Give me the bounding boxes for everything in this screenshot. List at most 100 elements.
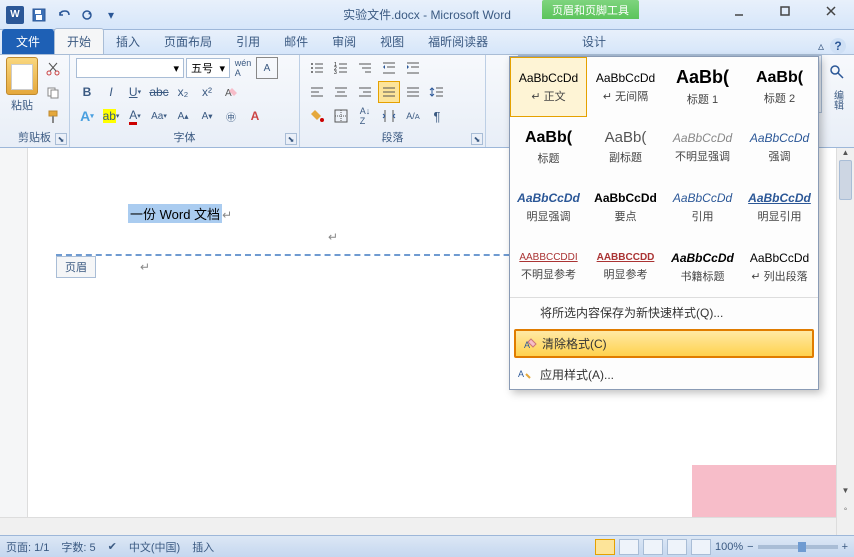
- status-page[interactable]: 页面: 1/1: [6, 539, 49, 555]
- align-right-button[interactable]: [354, 81, 376, 103]
- style-grid-item[interactable]: AaBbCcDd明显强调: [510, 177, 587, 237]
- style-grid-item[interactable]: AaBbCcDd不明显强调: [664, 117, 741, 177]
- tab-insert[interactable]: 插入: [104, 29, 152, 54]
- zoom-slider[interactable]: [758, 545, 838, 549]
- justify-button[interactable]: [378, 81, 400, 103]
- style-grid-item[interactable]: AaBbCcDd↵ 无间隔: [587, 57, 664, 117]
- text-effects-button[interactable]: A▾: [76, 105, 98, 127]
- tab-references[interactable]: 引用: [224, 29, 272, 54]
- qat-customize[interactable]: ▾: [100, 4, 122, 26]
- style-grid-item[interactable]: AaBbCcDd书籍标题: [664, 237, 741, 297]
- tab-layout[interactable]: 页面布局: [152, 29, 224, 54]
- view-draft[interactable]: [691, 539, 711, 555]
- shading-button[interactable]: [306, 105, 328, 127]
- paragraph-marks-button[interactable]: ¶: [426, 105, 448, 127]
- save-as-quick-style[interactable]: 将所选内容保存为新快速样式(Q)...: [510, 298, 818, 327]
- style-grid-item[interactable]: AaBb(副标题: [587, 117, 664, 177]
- find-button[interactable]: [826, 61, 848, 83]
- view-outline[interactable]: [667, 539, 687, 555]
- status-proofing-icon[interactable]: ✔: [108, 540, 117, 553]
- vertical-scrollbar[interactable]: ▲ ▼ ◦: [836, 148, 854, 535]
- tab-home[interactable]: 开始: [54, 28, 104, 54]
- style-grid-item[interactable]: AaBbCcDd明显引用: [741, 177, 818, 237]
- tab-view[interactable]: 视图: [368, 29, 416, 54]
- ribbon-minimize-icon[interactable]: ▵: [818, 39, 824, 53]
- close-button[interactable]: [808, 0, 854, 22]
- header-text-selected[interactable]: 一份 Word 文档: [128, 204, 222, 223]
- show-marks-button[interactable]: A/A: [402, 105, 424, 127]
- style-grid-item[interactable]: AaBb(标题 1: [664, 57, 741, 117]
- style-grid-item[interactable]: AaBb(标题 2: [741, 57, 818, 117]
- status-mode[interactable]: 插入: [192, 539, 214, 555]
- change-case-button[interactable]: A: [244, 105, 266, 127]
- style-grid-item[interactable]: AaBbCcDd要点: [587, 177, 664, 237]
- tab-mailings[interactable]: 邮件: [272, 29, 320, 54]
- style-grid-item[interactable]: AaBbCcDd↵ 正文: [510, 57, 587, 117]
- zoom-thumb[interactable]: [798, 542, 806, 552]
- file-tab[interactable]: 文件: [2, 29, 54, 54]
- zoom-out-button[interactable]: −: [747, 541, 753, 553]
- replace-label[interactable]: 编辑: [826, 89, 848, 111]
- format-painter-button[interactable]: [42, 106, 64, 128]
- redo-button[interactable]: [76, 4, 98, 26]
- horizontal-scrollbar[interactable]: [0, 517, 836, 535]
- bullets-button[interactable]: [306, 57, 328, 79]
- tab-foxit[interactable]: 福昕阅读器: [416, 29, 500, 54]
- copy-button[interactable]: [42, 82, 64, 104]
- paragraph-launcher[interactable]: ⬊: [471, 133, 483, 145]
- view-web-layout[interactable]: [643, 539, 663, 555]
- apply-style-menu-item[interactable]: A 应用样式(A)...: [510, 360, 818, 389]
- undo-button[interactable]: [52, 4, 74, 26]
- font-launcher[interactable]: ⬊: [285, 133, 297, 145]
- borders-button[interactable]: [330, 105, 352, 127]
- help-icon[interactable]: ?: [830, 38, 846, 54]
- distributed-button[interactable]: [402, 81, 424, 103]
- maximize-button[interactable]: [762, 0, 808, 22]
- save-button[interactable]: [28, 4, 50, 26]
- tab-review[interactable]: 审阅: [320, 29, 368, 54]
- align-center-button[interactable]: [330, 81, 352, 103]
- status-words[interactable]: 字数: 5: [61, 539, 95, 555]
- style-grid-item[interactable]: AaBbCcDd引用: [664, 177, 741, 237]
- minimize-button[interactable]: [716, 0, 762, 22]
- align-left-button[interactable]: [306, 81, 328, 103]
- tab-design-context[interactable]: 设计: [570, 29, 618, 54]
- clear-format-menu-item[interactable]: A 清除格式(C): [514, 329, 814, 358]
- view-full-screen[interactable]: [619, 539, 639, 555]
- font-size-combo[interactable]: 五号▾: [186, 58, 230, 78]
- superscript-button[interactable]: x²: [196, 81, 218, 103]
- style-grid-item[interactable]: AaBbCcDd强调: [741, 117, 818, 177]
- asian-layout-button[interactable]: [378, 105, 400, 127]
- status-zoom[interactable]: 100%: [715, 541, 743, 553]
- style-grid-item[interactable]: AABBCCDD明显参考: [587, 237, 664, 297]
- font-name-combo[interactable]: ▾: [76, 58, 184, 78]
- bold-button[interactable]: B: [76, 81, 98, 103]
- status-language[interactable]: 中文(中国): [129, 539, 180, 555]
- shrink-font-button[interactable]: A▾: [196, 105, 218, 127]
- italic-button[interactable]: I: [100, 81, 122, 103]
- font-color-button[interactable]: A▾: [124, 105, 146, 127]
- enclose-char-button[interactable]: ㊥: [220, 105, 242, 127]
- phonetic-guide-button[interactable]: wénA: [232, 57, 254, 79]
- grow-font-button[interactable]: A▴: [172, 105, 194, 127]
- increase-indent-button[interactable]: [402, 57, 424, 79]
- char-shading-button[interactable]: Aa▾: [148, 105, 170, 127]
- vscroll-thumb[interactable]: [839, 160, 852, 200]
- decrease-indent-button[interactable]: [378, 57, 400, 79]
- subscript-button[interactable]: x₂: [172, 81, 194, 103]
- highlight-button[interactable]: ab▾: [100, 105, 122, 127]
- clear-formatting-button[interactable]: A: [220, 81, 242, 103]
- view-print-layout[interactable]: [595, 539, 615, 555]
- strikethrough-button[interactable]: abc: [148, 81, 170, 103]
- sort-button[interactable]: A↓Z: [354, 105, 376, 127]
- paste-button[interactable]: 粘贴: [6, 57, 38, 129]
- style-grid-item[interactable]: AaBb(标题: [510, 117, 587, 177]
- cut-button[interactable]: [42, 58, 64, 80]
- multilevel-list-button[interactable]: [354, 57, 376, 79]
- style-grid-item[interactable]: AABBCCDDI不明显参考: [510, 237, 587, 297]
- style-grid-item[interactable]: AaBbCcDd↵ 列出段落: [741, 237, 818, 297]
- app-icon[interactable]: W: [4, 4, 26, 26]
- zoom-in-button[interactable]: +: [842, 541, 848, 553]
- underline-button[interactable]: U▾: [124, 81, 146, 103]
- char-border-button[interactable]: A: [256, 57, 278, 79]
